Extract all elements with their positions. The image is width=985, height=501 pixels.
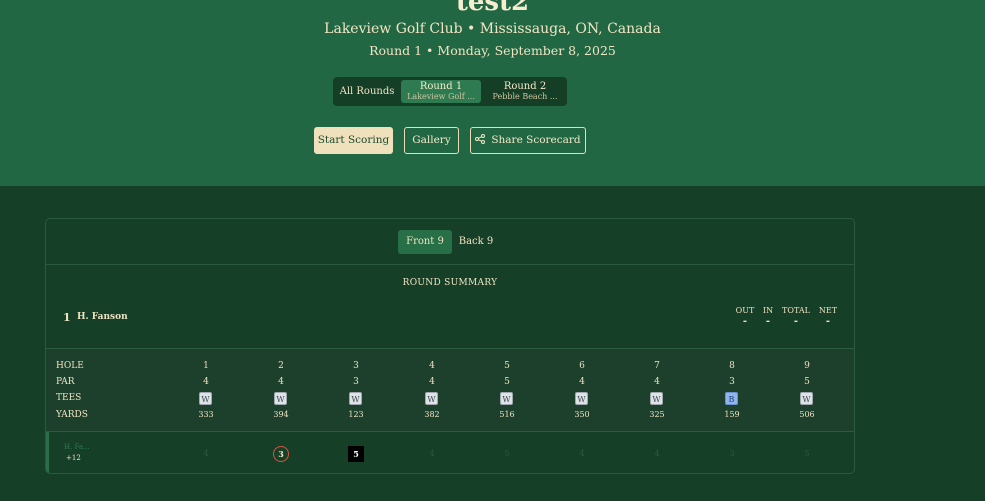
tab-round-2-label: Round 2 bbox=[503, 81, 547, 92]
score-cell[interactable]: 4 bbox=[198, 446, 214, 462]
share-icon bbox=[475, 134, 486, 144]
hole-row-label: HOLE bbox=[56, 361, 84, 371]
score-row-over-par: +12 bbox=[66, 454, 81, 462]
tab-round-1[interactable]: Round 1 Lakeview Golf ... bbox=[401, 80, 481, 103]
score-cell[interactable]: 4 bbox=[424, 446, 440, 462]
total-total: TOTAL - bbox=[781, 306, 811, 327]
tee-badge: B bbox=[725, 392, 738, 405]
nine-tabs: Front 9 Back 9 bbox=[46, 219, 854, 265]
share-scorecard-button[interactable]: Share Scorecard bbox=[470, 127, 586, 154]
tab-round-2-course: Pebble Beach ... bbox=[492, 92, 558, 101]
tees-row-label: TEES bbox=[56, 393, 82, 403]
total-out: OUT - bbox=[734, 306, 756, 327]
tab-all-rounds[interactable]: All Rounds bbox=[339, 80, 395, 103]
yards-row-label: YARDS bbox=[56, 410, 88, 420]
total-total-label: TOTAL bbox=[782, 306, 810, 315]
venue-location: Lakeview Golf Club • Mississauga, ON, Ca… bbox=[324, 21, 661, 37]
event-header: test2 Lakeview Golf Club • Mississauga, … bbox=[0, 0, 985, 186]
yardage-value: 350 bbox=[574, 410, 590, 419]
hole-number: 3 bbox=[353, 361, 359, 371]
par-value: 5 bbox=[504, 377, 510, 387]
score-cell[interactable]: 3 bbox=[724, 446, 740, 462]
par-value: 4 bbox=[429, 377, 435, 387]
tee-badge: W bbox=[650, 392, 663, 405]
hole-number: 6 bbox=[579, 361, 585, 371]
score-cell[interactable]: 4 bbox=[649, 446, 665, 462]
tab-round-2[interactable]: Round 2 Pebble Beach ... bbox=[485, 80, 565, 103]
total-net: NET - bbox=[816, 306, 840, 327]
tab-back-9[interactable]: Back 9 bbox=[456, 230, 496, 254]
start-scoring-button[interactable]: Start Scoring bbox=[314, 127, 393, 154]
hole-number: 4 bbox=[429, 361, 435, 371]
round-date: Round 1 • Monday, September 8, 2025 bbox=[369, 43, 616, 58]
tab-round-1-course: Lakeview Golf ... bbox=[407, 92, 475, 101]
par-value: 3 bbox=[353, 377, 359, 387]
total-in-value: - bbox=[765, 316, 771, 327]
score-cell[interactable]: 5 bbox=[499, 446, 515, 462]
tee-badge: W bbox=[199, 392, 212, 405]
tee-badge: W bbox=[575, 392, 588, 405]
score-row-player-name: H. Fa... bbox=[64, 443, 90, 451]
event-title: test2 bbox=[455, 0, 530, 17]
yardage-value: 506 bbox=[799, 410, 815, 419]
yardage-value: 394 bbox=[273, 410, 289, 419]
share-scorecard-label: Share Scorecard bbox=[491, 134, 581, 146]
par-value: 4 bbox=[278, 377, 284, 387]
scorecard: Front 9 Back 9 ROUND SUMMARY 1 H. Fanson… bbox=[45, 218, 855, 474]
tee-badge: W bbox=[274, 392, 287, 405]
par-value: 4 bbox=[579, 377, 585, 387]
player-name: H. Fanson bbox=[77, 312, 128, 322]
par-value: 4 bbox=[203, 377, 209, 387]
hole-info-grid: HOLE PAR TEES YARDS 123456789443454435WW… bbox=[46, 348, 854, 432]
par-value: 4 bbox=[654, 377, 660, 387]
tee-badge: W bbox=[425, 392, 438, 405]
yardage-value: 516 bbox=[499, 410, 515, 419]
round-summary-label: ROUND SUMMARY bbox=[402, 278, 498, 288]
score-cell[interactable]: 4 bbox=[574, 446, 590, 462]
total-total-value: - bbox=[793, 316, 799, 327]
tab-front-9[interactable]: Front 9 bbox=[398, 230, 452, 254]
tee-badge: W bbox=[800, 392, 813, 405]
total-in: IN - bbox=[759, 306, 777, 327]
tab-round-1-label: Round 1 bbox=[419, 81, 463, 92]
par-value: 5 bbox=[804, 377, 810, 387]
yardage-value: 382 bbox=[424, 410, 440, 419]
tee-badge: W bbox=[500, 392, 513, 405]
hole-number: 9 bbox=[804, 361, 810, 371]
hole-number: 7 bbox=[654, 361, 660, 371]
player-rank: 1 bbox=[63, 311, 71, 324]
par-row-label: PAR bbox=[56, 377, 75, 387]
score-cell[interactable]: 5 bbox=[799, 446, 815, 462]
total-out-value: - bbox=[742, 316, 748, 327]
player-score-row[interactable]: H. Fa... +12 4 3 5 4 5 4 4 3 5 bbox=[46, 432, 854, 473]
score-cell-birdie[interactable]: 3 bbox=[273, 446, 289, 462]
hole-number: 8 bbox=[729, 361, 735, 371]
yardage-value: 159 bbox=[724, 410, 740, 419]
yardage-value: 325 bbox=[649, 410, 665, 419]
total-net-label: NET bbox=[818, 306, 838, 315]
hole-number: 5 bbox=[504, 361, 510, 371]
yardage-value: 123 bbox=[348, 410, 364, 419]
yardage-value: 333 bbox=[198, 410, 214, 419]
hole-number: 1 bbox=[203, 361, 209, 371]
round-tabs: All Rounds Round 1 Lakeview Golf ... Rou… bbox=[333, 77, 567, 106]
total-in-label: IN bbox=[762, 306, 774, 315]
gallery-button[interactable]: Gallery bbox=[404, 127, 459, 154]
hole-number: 2 bbox=[278, 361, 284, 371]
total-out-label: OUT bbox=[735, 306, 755, 315]
par-value: 3 bbox=[729, 377, 735, 387]
tee-badge: W bbox=[349, 392, 362, 405]
score-cell-double-bogey[interactable]: 5 bbox=[348, 446, 364, 462]
total-net-value: - bbox=[825, 316, 831, 327]
